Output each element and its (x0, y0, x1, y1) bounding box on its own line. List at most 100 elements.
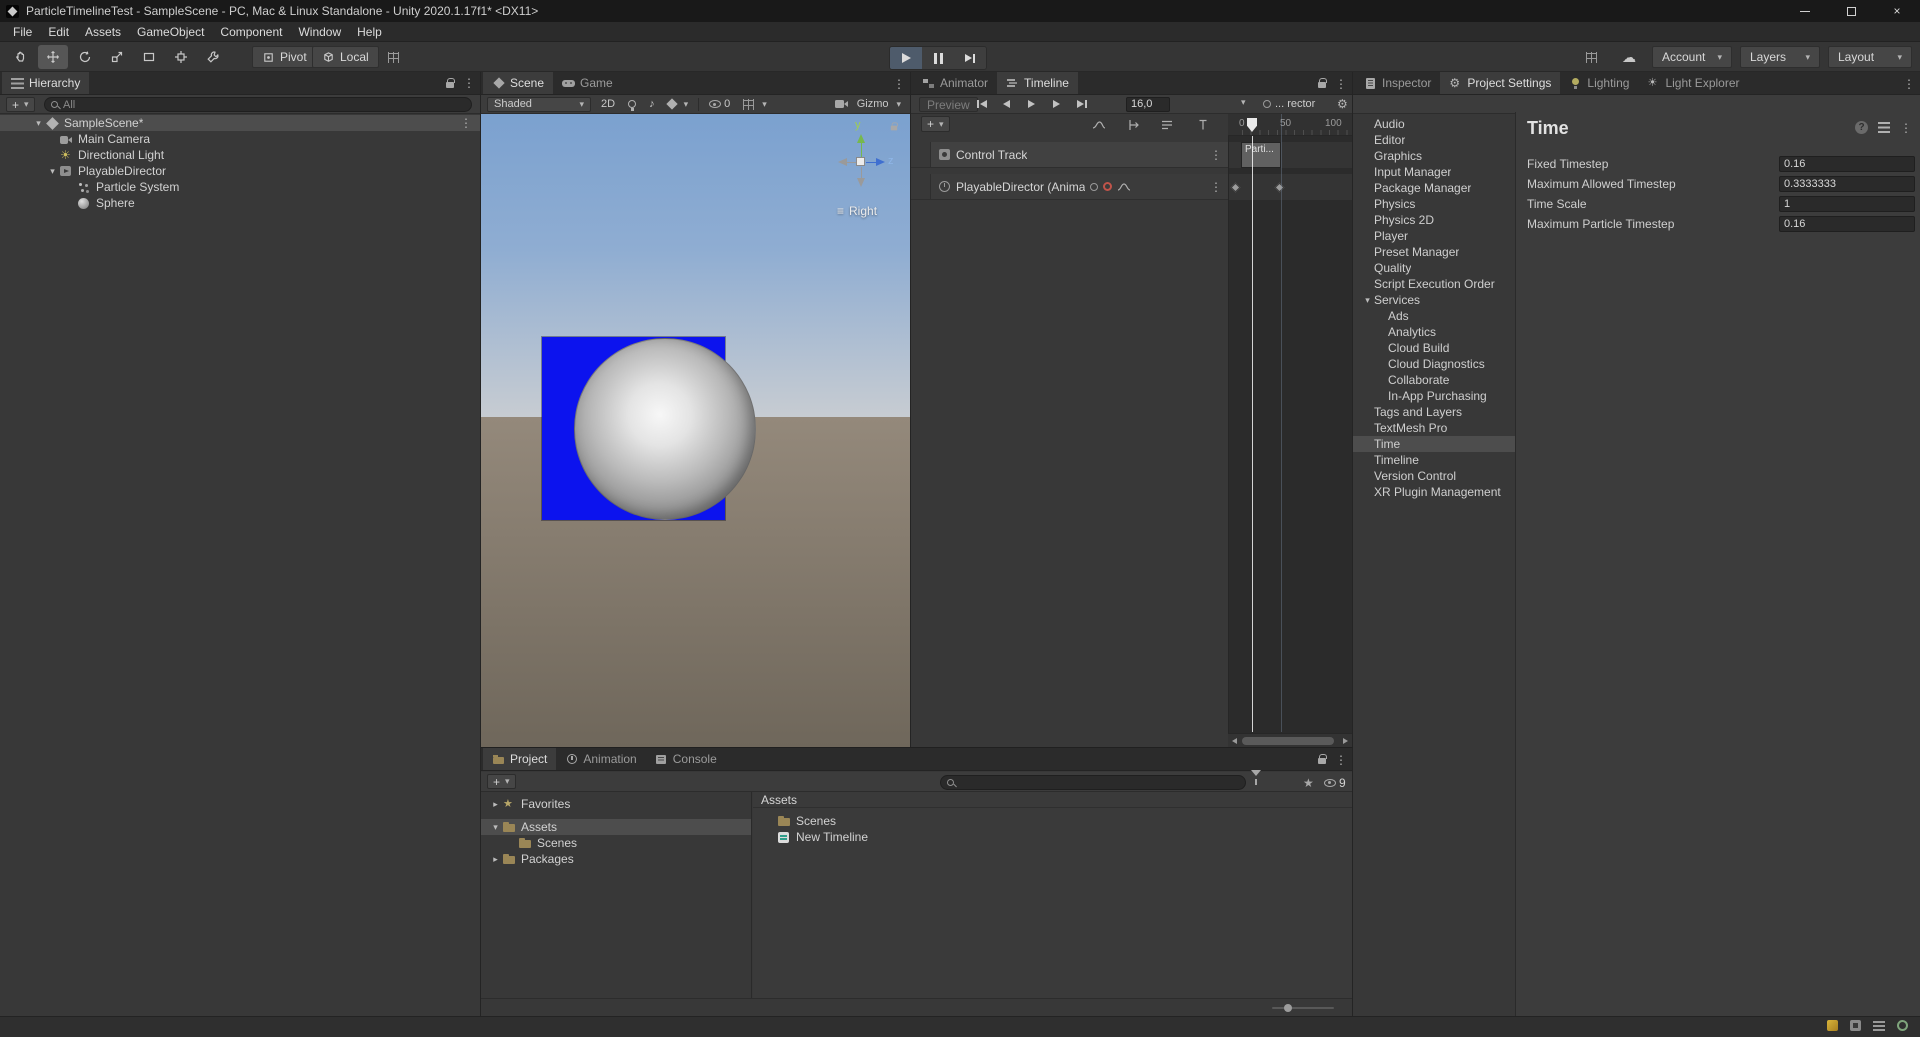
settings-page-menu-button[interactable]: ⋮ (1900, 122, 1912, 134)
project-tree-packages[interactable]: Packages (481, 851, 751, 867)
view-orientation-button[interactable]: ≡ Right (837, 204, 877, 218)
settings-category-cloud-diagnostics[interactable]: Cloud Diagnostics (1353, 356, 1515, 372)
lock-icon[interactable] (446, 77, 455, 88)
hierarchy-menu-button[interactable]: ⋮ (463, 77, 475, 89)
status-progress-icon[interactable] (1897, 1020, 1908, 1031)
marker-visibility-toggle[interactable] (1160, 118, 1174, 132)
local-toggle-button[interactable]: Local (312, 46, 379, 68)
track-menu-button[interactable]: ⋮ (1210, 149, 1222, 161)
account-dropdown[interactable]: Account (1652, 46, 1732, 68)
hierarchy-item-main-camera[interactable]: Main Camera (0, 131, 480, 147)
hierarchy-search-input[interactable]: All (44, 97, 472, 112)
settings-category-script-execution-order[interactable]: Script Execution Order (1353, 276, 1515, 292)
tab-scene[interactable]: Scene (483, 72, 554, 94)
settings-category-timeline[interactable]: Timeline (1353, 452, 1515, 468)
settings-category-version-control[interactable]: Version Control (1353, 468, 1515, 484)
settings-category-preset-manager[interactable]: Preset Manager (1353, 244, 1515, 260)
timeline-play-button[interactable] (1019, 96, 1044, 112)
previous-frame-button[interactable] (994, 96, 1019, 112)
pivot-toggle-button[interactable]: Pivot (252, 46, 317, 68)
grid-visibility-dropdown[interactable] (740, 97, 770, 112)
status-console-icon[interactable] (1873, 1020, 1885, 1031)
next-frame-button[interactable] (1044, 96, 1069, 112)
go-to-end-button[interactable] (1069, 96, 1094, 112)
project-tree-scenes[interactable]: Scenes (481, 835, 751, 851)
layout-dropdown[interactable]: Layout (1828, 46, 1912, 68)
timeline-menu-button[interactable]: ⋮ (1335, 78, 1347, 90)
rect-tool-button[interactable] (134, 45, 164, 69)
scene-effects-dropdown[interactable] (665, 97, 692, 112)
scene-camera-settings-button[interactable] (832, 97, 848, 112)
layers-dropdown[interactable]: Layers (1740, 46, 1820, 68)
tab-animator[interactable]: Animator (913, 72, 997, 94)
move-tool-button[interactable] (38, 45, 68, 69)
settings-category-xr-plugin-management[interactable]: XR Plugin Management (1353, 484, 1515, 500)
project-search-input[interactable] (940, 774, 1246, 790)
maximize-button[interactable] (1828, 0, 1874, 22)
preset-icon[interactable] (1878, 122, 1890, 133)
curves-toggle-button[interactable] (1117, 181, 1131, 193)
y-axis-cone[interactable] (857, 134, 865, 143)
timeline-options-caret[interactable]: ▾ (1241, 97, 1246, 108)
tab-light-explorer[interactable]: Light Explorer (1638, 72, 1748, 94)
x-axis-cone[interactable] (838, 158, 847, 166)
asset-new-timeline[interactable]: New Timeline (753, 829, 1352, 845)
hidden-objects-button[interactable]: 0 (706, 97, 733, 112)
asset-scenes[interactable]: Scenes (753, 813, 1352, 829)
minimize-button[interactable] (1782, 0, 1828, 22)
foldout-caret[interactable] (489, 796, 502, 812)
scroll-left-icon[interactable] (1232, 737, 1237, 744)
transform-tool-button[interactable] (166, 45, 196, 69)
field-input[interactable]: 0.16 (1779, 216, 1915, 232)
tab-timeline[interactable]: Timeline (997, 72, 1078, 94)
z-axis-cone[interactable] (876, 158, 885, 166)
settings-category-textmesh-pro[interactable]: TextMesh Pro (1353, 420, 1515, 436)
cloud-collab-button[interactable]: ☁ (1612, 46, 1646, 68)
settings-category-ads[interactable]: Ads (1353, 308, 1515, 324)
hierarchy-item-particle-system[interactable]: Particle System (0, 179, 480, 195)
step-button[interactable] (954, 47, 986, 69)
settings-category-package-manager[interactable]: Package Manager (1353, 180, 1515, 196)
menu-component[interactable]: Component (212, 22, 290, 42)
close-button[interactable]: × (1874, 0, 1920, 22)
field-input[interactable]: 1 (1779, 196, 1915, 212)
sphere-object[interactable] (574, 338, 756, 520)
status-spark-icon[interactable] (1827, 1020, 1838, 1031)
record-toggle-button[interactable] (1103, 182, 1113, 191)
lock-icon[interactable] (1318, 78, 1327, 88)
save-search-button[interactable]: ★ (1303, 776, 1317, 790)
project-menu-button[interactable]: ⋮ (1335, 754, 1347, 766)
settings-category-input-manager[interactable]: Input Manager (1353, 164, 1515, 180)
current-frame-input[interactable]: 16,0 (1126, 96, 1170, 112)
play-button[interactable] (890, 47, 922, 69)
settings-menu-button[interactable]: ⋮ (1903, 78, 1915, 90)
view-tool-button[interactable] (6, 45, 36, 69)
foldout-caret[interactable] (46, 163, 59, 179)
control-clip[interactable]: Parti... (1241, 142, 1281, 168)
foldout-caret[interactable] (489, 819, 502, 835)
binding-picker-icon[interactable] (1090, 182, 1099, 191)
scroll-right-icon[interactable] (1343, 737, 1348, 744)
settings-category-physics[interactable]: Physics (1353, 196, 1515, 212)
track-menu-button[interactable]: ⋮ (1210, 181, 1222, 193)
scene-viewport[interactable]: y z ≡ Right (481, 114, 910, 747)
settings-category-physics-2d[interactable]: Physics 2D (1353, 212, 1515, 228)
director-binding-dropdown[interactable]: ... rector (1263, 97, 1333, 112)
tab-game[interactable]: Game (553, 72, 622, 94)
settings-category-analytics[interactable]: Analytics (1353, 324, 1515, 340)
tab-animation[interactable]: Animation (556, 748, 645, 770)
tab-console[interactable]: Console (646, 748, 726, 770)
create-asset-button[interactable]: + (487, 774, 516, 789)
foldout-caret[interactable] (489, 851, 502, 867)
timeline-ruler[interactable]: 0 50 100 (1228, 114, 1352, 136)
scene-menu-button[interactable]: ⋮ (460, 117, 472, 129)
go-to-start-button[interactable] (969, 96, 994, 112)
menu-edit[interactable]: Edit (40, 22, 77, 42)
scene-menu-button[interactable]: ⋮ (893, 78, 905, 90)
settings-category-tags-and-layers[interactable]: Tags and Layers (1353, 404, 1515, 420)
timeline-settings-gear-icon[interactable]: ⚙ (1337, 98, 1348, 110)
gizmos-dropdown[interactable]: Gizmo (854, 97, 904, 112)
settings-category-player[interactable]: Player (1353, 228, 1515, 244)
scene-lighting-toggle[interactable] (625, 97, 639, 112)
lock-icon[interactable] (1318, 754, 1327, 764)
